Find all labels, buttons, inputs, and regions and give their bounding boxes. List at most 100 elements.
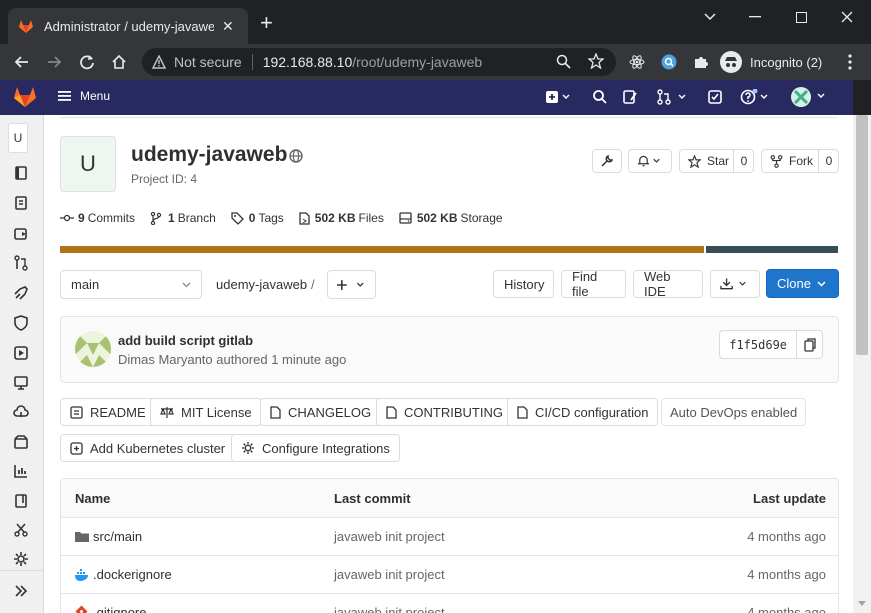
user-avatar[interactable]: [790, 86, 830, 108]
file-name[interactable]: .gitignore: [93, 605, 146, 613]
breadcrumb-project[interactable]: udemy-javaweb: [216, 277, 307, 292]
notifications-button[interactable]: [628, 149, 672, 173]
issues-icon[interactable]: [622, 89, 638, 105]
add-to-tree-button[interactable]: [327, 270, 376, 299]
branch-stat[interactable]: 1 Branch: [150, 211, 216, 225]
readme-button[interactable]: README: [60, 398, 156, 426]
add-kubernetes-cluster-button[interactable]: Add Kubernetes cluster: [60, 434, 236, 462]
tab-search-chevron-icon[interactable]: [695, 6, 725, 28]
auto-devops-button[interactable]: Auto DevOps enabled: [661, 398, 807, 426]
settings-gear-icon[interactable]: [13, 551, 29, 567]
snippets-scissors-icon[interactable]: [13, 522, 29, 538]
security-label[interactable]: Not secure: [174, 54, 242, 70]
notification-settings-wrench-button[interactable]: [592, 149, 622, 173]
issue-board-icon[interactable]: [13, 226, 29, 242]
extensions-puzzle-icon[interactable]: [689, 50, 713, 74]
branch-selector-value: main: [71, 277, 100, 292]
wiki-book-icon[interactable]: [13, 493, 29, 509]
packages-icon[interactable]: [13, 434, 29, 450]
tags-stat[interactable]: 0 Tags: [231, 211, 284, 225]
branch-selector[interactable]: main: [60, 270, 202, 299]
license-label: MIT License: [181, 404, 252, 420]
files-stat[interactable]: 502 KB Files: [299, 211, 384, 225]
extension-search-icon[interactable]: [657, 50, 681, 74]
commit-title[interactable]: add build script gitlab: [118, 333, 253, 348]
todos-icon[interactable]: [707, 89, 723, 105]
cicd-configuration-button[interactable]: CI/CD configuration: [507, 398, 659, 426]
file-last-commit[interactable]: javaweb init project: [334, 605, 445, 613]
browser-menu-icon[interactable]: [838, 50, 862, 74]
download-button[interactable]: [710, 270, 760, 298]
configure-integrations-button[interactable]: Configure Integrations: [231, 434, 400, 462]
fork-count[interactable]: 0: [818, 150, 839, 172]
cicd-rocket-icon[interactable]: [13, 285, 29, 301]
star-button[interactable]: Star 0: [679, 149, 754, 173]
commit-author[interactable]: Dimas Maryanto: [118, 352, 213, 367]
security-shield-icon[interactable]: [13, 315, 29, 331]
reload-button[interactable]: [75, 50, 99, 74]
new-tab-button[interactable]: +: [260, 12, 273, 34]
contributing-button[interactable]: CONTRIBUTING: [376, 398, 513, 426]
back-button[interactable]: [10, 50, 34, 74]
file-name[interactable]: src/main: [93, 529, 142, 544]
gitlab-logo-icon[interactable]: [13, 86, 37, 108]
forward-button[interactable]: [42, 50, 66, 74]
repository-language-bar[interactable]: [60, 246, 838, 253]
home-button[interactable]: [107, 50, 131, 74]
file-last-update: 4 months ago: [747, 567, 826, 582]
file-last-commit[interactable]: javaweb init project: [334, 567, 445, 582]
scrollbar-thumb[interactable]: [856, 115, 868, 355]
fork-button[interactable]: Fork 0: [761, 149, 839, 173]
file-last-commit[interactable]: javaweb init project: [334, 529, 445, 544]
deployments-icon[interactable]: [13, 345, 29, 361]
language-bar-segment[interactable]: [706, 246, 838, 253]
maximize-button[interactable]: [786, 6, 816, 28]
license-button[interactable]: MIT License: [150, 398, 262, 426]
menu-button[interactable]: Menu: [58, 89, 110, 103]
table-row[interactable]: .dockerignore javaweb init project 4 mon…: [61, 556, 838, 594]
changelog-button[interactable]: CHANGELOG: [260, 398, 382, 426]
star-count[interactable]: 0: [733, 150, 754, 172]
merge-request-sidebar-icon[interactable]: [13, 255, 29, 271]
help-icon[interactable]: [740, 89, 772, 105]
main-content: U udemy-javaweb Project ID: 4 Star 0 For…: [44, 115, 853, 613]
bookmark-star-icon[interactable]: [588, 53, 604, 69]
search-icon[interactable]: [592, 89, 608, 105]
react-devtools-icon[interactable]: [625, 50, 649, 74]
clone-button[interactable]: Clone: [766, 269, 839, 298]
create-new-plus-icon[interactable]: [545, 89, 571, 105]
close-window-button[interactable]: [832, 6, 862, 28]
history-button[interactable]: History: [493, 270, 554, 298]
copy-sha-button[interactable]: [797, 331, 822, 358]
browser-tab[interactable]: Administrator / udemy-javaweb · ✕: [8, 8, 248, 44]
scroll-down-arrow-icon[interactable]: [858, 601, 866, 607]
commit-sha[interactable]: f1f5d69e: [720, 331, 798, 358]
language-bar-segment[interactable]: [60, 246, 705, 253]
collapse-sidebar-icon[interactable]: [13, 583, 29, 599]
table-row[interactable]: .gitignore javaweb init project 4 months…: [61, 594, 838, 613]
find-file-button[interactable]: Find file: [561, 269, 626, 299]
file-name[interactable]: .dockerignore: [93, 567, 172, 582]
storage-icon: [399, 212, 412, 224]
analytics-icon[interactable]: [13, 463, 29, 479]
address-bar[interactable]: Not secure 192.168.88.10/root/udemy-java…: [142, 48, 616, 76]
storage-stat[interactable]: 502 KB Storage: [399, 211, 503, 225]
monitor-icon[interactable]: [13, 375, 29, 391]
bell-icon: [637, 155, 660, 167]
tag-icon: [231, 211, 244, 225]
page-scrollbar[interactable]: [853, 115, 871, 613]
issues-sidebar-icon[interactable]: [13, 195, 29, 211]
commits-stat[interactable]: 9 Commits: [60, 211, 135, 225]
commit-author-avatar[interactable]: [75, 331, 111, 367]
table-row[interactable]: src/main javaweb init project 4 months a…: [61, 518, 838, 556]
zoom-search-icon[interactable]: [556, 54, 571, 69]
infrastructure-cloud-icon[interactable]: [13, 404, 29, 420]
web-ide-button[interactable]: Web IDE: [633, 269, 703, 299]
minimize-button[interactable]: [740, 6, 770, 28]
incognito-indicator[interactable]: Incognito (2): [720, 50, 822, 74]
sidebar-project-avatar[interactable]: U: [8, 123, 28, 153]
warning-icon[interactable]: [152, 55, 166, 69]
merge-requests-icon[interactable]: [656, 89, 688, 105]
tab-close-icon[interactable]: ✕: [222, 18, 234, 35]
repository-icon[interactable]: [13, 165, 29, 181]
